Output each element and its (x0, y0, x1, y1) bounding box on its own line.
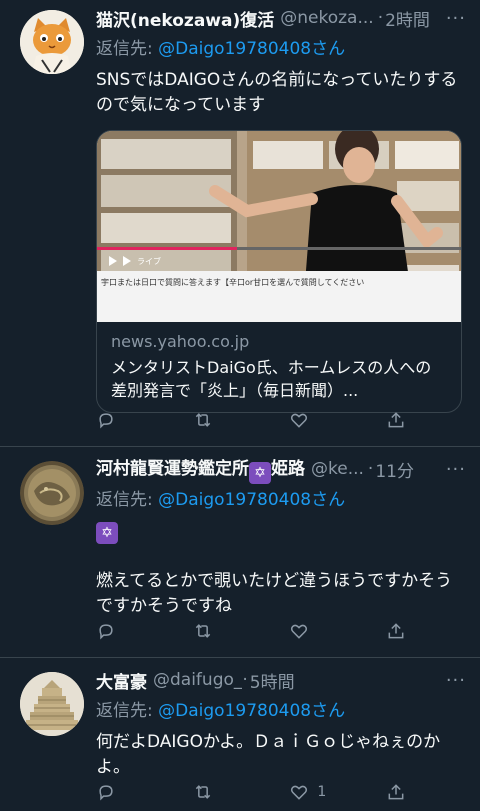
reply-to-label: 返信先: (96, 39, 159, 59)
more-options-icon[interactable]: ··· (438, 459, 466, 480)
display-name[interactable]: 猫沢(nekozawa)復活 (96, 6, 274, 31)
tweet[interactable]: 河村龍賢運勢鑑定所 ✡ 姫路 @ke... · 11分 ··· 返信先: @Daig… (0, 447, 480, 657)
reply-to-mention[interactable]: @Daigo19780408さん (158, 39, 345, 59)
video-thumbnail-icon (97, 131, 461, 322)
tweet-header: 河村龍賢運勢鑑定所 ✡ 姫路 @ke... · 11分 ··· (96, 454, 466, 484)
timestamp[interactable]: 11分 (375, 457, 414, 482)
retweet-icon (195, 624, 210, 638)
reply-icon (99, 413, 113, 429)
tweet[interactable]: 大富豪 @daifugo_ · 5時間 ··· 返信先: @Daigo19780… (0, 658, 480, 811)
tweet[interactable]: 猫沢(nekozawa)復活 @nekoza... · 2時間 ··· 返信先:… (0, 0, 480, 446)
video-caption: 宇口または日口で質問に答えます【辛口or甘口を選んで質問してください (101, 278, 365, 287)
retweet-icon (195, 413, 210, 427)
display-name[interactable]: 河村龍賢運勢鑑定所 ✡ 姫路 (96, 454, 305, 484)
share-icon (388, 412, 404, 428)
reply-icon (99, 624, 113, 640)
reply-to-label: 返信先: (96, 701, 159, 721)
heart-icon (291, 413, 308, 428)
tweet-header: 猫沢(nekozawa)復活 @nekoza... · 2時間 ··· (96, 6, 466, 31)
share-button[interactable] (386, 619, 426, 643)
reply-button[interactable] (96, 780, 136, 804)
retweet-button[interactable] (193, 780, 233, 804)
star-of-david-emoji: ✡ (96, 522, 118, 544)
link-card[interactable]: 宇口または日口で質問に答えます【辛口or甘口を選んで質問してください ライブ n… (96, 130, 462, 413)
cat-avatar-icon (20, 10, 84, 74)
avatar[interactable] (20, 672, 84, 736)
more-options-icon[interactable]: ··· (438, 670, 466, 691)
action-bar (96, 619, 426, 643)
more-options-icon[interactable]: ··· (438, 8, 466, 29)
reply-to-line: 返信先: @Daigo19780408さん (96, 696, 466, 721)
card-title: メンタリストDaiGo氏、ホームレスの人への差別発言で「炎上」（毎日新聞）... (111, 358, 432, 400)
reply-icon (99, 785, 113, 801)
reply-button[interactable] (96, 619, 136, 643)
display-name[interactable]: 大富豪 (96, 668, 147, 693)
user-handle[interactable]: @ke... (311, 459, 364, 479)
card-info: news.yahoo.co.jp メンタリストDaiGo氏、ホームレスの人への差… (97, 322, 461, 412)
timestamp[interactable]: 5時間 (250, 668, 295, 693)
tweet-header: 大富豪 @daifugo_ · 5時間 ··· (96, 668, 466, 693)
separator-dot: · (377, 8, 384, 28)
like-button[interactable] (289, 408, 329, 432)
reply-to-line: 返信先: @Daigo19780408さん (96, 34, 466, 59)
avatar[interactable] (20, 461, 84, 525)
share-icon (388, 784, 404, 800)
reply-to-line: 返信先: @Daigo19780408さん (96, 485, 466, 510)
action-bar: 1 (96, 780, 426, 804)
share-button[interactable] (386, 780, 426, 804)
action-bar (96, 408, 426, 432)
share-button[interactable] (386, 408, 426, 432)
reply-button[interactable] (96, 408, 136, 432)
like-count: 1 (317, 784, 327, 800)
tweet-text: 燃えてるとかで覗いたけど違うほうですかそうですかそうですね (96, 571, 453, 616)
star-of-david-badge: ✡ (249, 462, 271, 484)
user-handle[interactable]: @daifugo_ (153, 670, 242, 690)
user-handle[interactable]: @nekoza... (280, 8, 373, 28)
card-domain: news.yahoo.co.jp (111, 332, 250, 351)
timestamp[interactable]: 2時間 (385, 6, 430, 31)
live-label: ライブ (137, 257, 161, 266)
reply-to-mention[interactable]: @Daigo19780408さん (158, 490, 345, 510)
display-name-text: 河村龍賢運勢鑑定所 (96, 459, 249, 479)
tweet-text: SNSではDAIGOさんの名前になっていたりするので気になっています (96, 70, 458, 115)
display-name-suffix: 姫路 (271, 459, 305, 479)
reply-to-label: 返信先: (96, 490, 159, 510)
like-button[interactable] (289, 619, 329, 643)
money-pyramid-avatar-icon (20, 672, 84, 736)
separator-dot: · (242, 670, 248, 690)
retweet-button[interactable] (193, 619, 233, 643)
like-button[interactable]: 1 (289, 780, 329, 804)
heart-icon (291, 785, 308, 800)
card-image: 宇口または日口で質問に答えます【辛口or甘口を選んで質問してください ライブ (97, 131, 461, 322)
coin-avatar-icon (20, 461, 84, 525)
reply-to-mention[interactable]: @Daigo19780408さん (158, 701, 345, 721)
separator-dot: · (367, 459, 374, 479)
heart-icon (291, 624, 308, 639)
share-icon (388, 623, 404, 639)
retweet-icon (195, 785, 210, 799)
avatar[interactable] (20, 10, 84, 74)
tweet-text: 何だよDAIGOかよ。ＤａｉＧｏじゃねぇのかよ。 (96, 732, 441, 777)
retweet-button[interactable] (193, 408, 233, 432)
